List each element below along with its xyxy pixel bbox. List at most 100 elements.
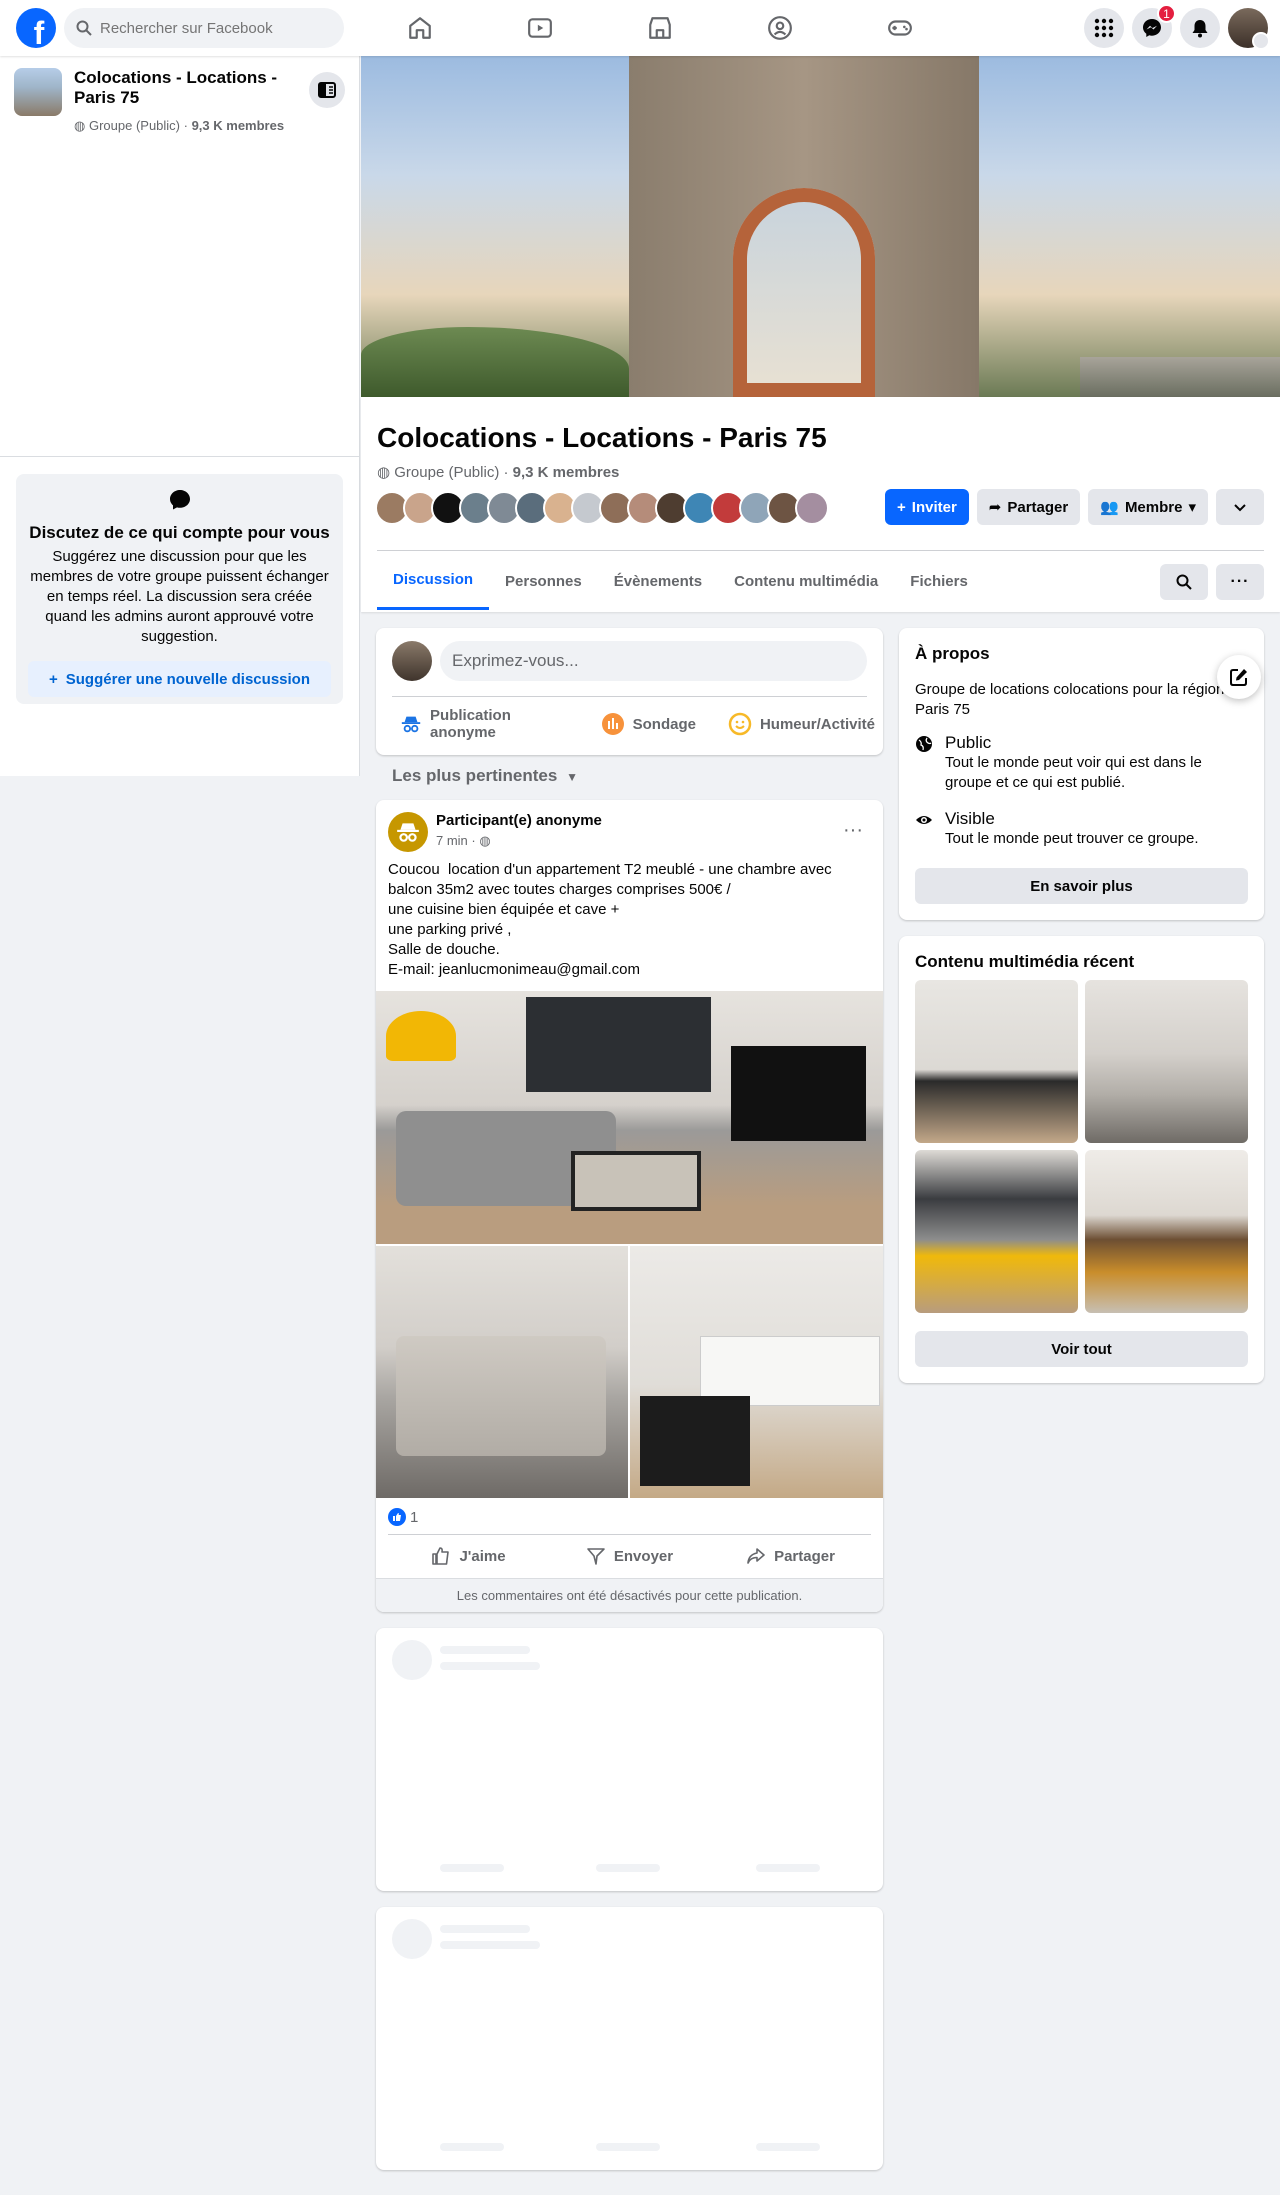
nav-marketplace[interactable] [600,0,720,56]
caret-down-icon: ▼ [566,770,578,784]
smiley-icon [728,712,752,736]
nav-home[interactable] [360,0,480,56]
group-title[interactable]: Colocations - Locations - Paris 75 [377,422,827,454]
group-header: Colocations - Locations - Paris 75 ◍ Gro… [361,397,1280,612]
account-avatar[interactable] [1228,8,1270,50]
like-button[interactable]: J'aime [388,1538,549,1574]
post-photo-kitchen[interactable] [630,1246,883,1498]
suggest-discussion-button[interactable]: + Suggérer une nouvelle discussion [28,661,331,697]
marketplace-icon [649,17,671,39]
group-search-button[interactable] [1160,564,1208,600]
divider [388,1534,871,1535]
poll-icon [601,713,624,735]
media-thumbnail-bedroom[interactable] [1085,980,1248,1143]
recent-media-card: Contenu multimédia récent Voir tout [899,936,1264,1383]
nav-video[interactable] [480,0,600,56]
loading-post-placeholder [376,1628,883,1891]
see-all-button[interactable]: Voir tout [915,1331,1248,1367]
nav-gaming[interactable] [840,0,960,56]
share-arrow-icon: ➦ [988,499,1002,516]
post-body: Coucou location d'un appartement T2 meub… [388,861,832,978]
post-options-button[interactable]: ··· [835,812,871,848]
tab-files[interactable]: Fichiers [894,552,984,610]
media-title: Contenu multimédia récent [915,952,1135,971]
loading-post-placeholder [376,1907,883,2170]
tab-people[interactable]: Personnes [489,552,598,610]
media-thumbnail-bedroom-2[interactable] [1085,1150,1248,1313]
card-text: Suggérez une discussion pour que les mem… [30,548,329,645]
tab-media[interactable]: Contenu multimédia [718,552,894,610]
visible-label: Visible [945,809,995,828]
post-photo-bedroom[interactable] [376,1246,628,1498]
plus-icon: + [897,498,906,516]
post-author[interactable]: Participant(e) anonyme [436,812,602,829]
groups-icon [768,16,792,40]
post-timestamp[interactable]: 7 min · ◍ [436,833,491,849]
post-photo-living-room[interactable] [376,991,883,1244]
about-card: À propos Groupe de locations colocations… [899,628,1264,920]
card-title: Discutez de ce qui compte pour vous [29,523,330,542]
post: Participant(e) anonyme 7 min · ◍ ··· Cou… [376,800,883,1612]
tab-discussion[interactable]: Discussion [377,552,490,610]
sort-dropdown[interactable]: Les plus pertinentes ▼ [392,766,578,786]
comments-disabled-notice: Les commentaires ont été désactivés pour… [376,1578,883,1612]
messenger-button[interactable]: 1 [1132,4,1176,48]
poll-button[interactable]: Sondage [593,706,704,742]
plus-icon: + [49,670,58,688]
more-options-button[interactable]: ··· [1216,564,1264,600]
globe-icon: ◍ [74,118,86,133]
anonymous-post-button[interactable]: Publication anonyme [392,706,577,742]
member-button[interactable]: 👥 Membre ▾ [1088,489,1208,525]
grid-menu-icon [1094,18,1114,38]
post-composer: Exprimez-vous... Publication anonyme Son… [376,628,883,755]
menu-button[interactable] [1084,8,1124,48]
incognito-icon [401,716,421,733]
invite-button[interactable]: + Inviter [885,489,969,525]
group-thumbnail[interactable] [14,68,62,116]
public-label: Public [945,733,992,752]
chevron-down-icon [1234,504,1246,512]
tab-events[interactable]: Évènements [598,552,718,610]
cover-photo[interactable] [361,56,1280,397]
learn-more-button[interactable]: En savoir plus [915,868,1248,904]
left-sidebar: Colocations - Locations - Paris 75 ◍ Gro… [0,56,360,776]
divider [377,550,1264,551]
composer-input[interactable]: Exprimez-vous... [440,641,867,681]
messenger-icon [1143,19,1161,37]
facebook-logo[interactable]: f [16,8,56,48]
new-message-button[interactable] [1217,655,1261,699]
eye-icon [916,816,932,824]
sidebar-group-name[interactable]: Colocations - Locations - Paris 75 [74,68,284,116]
group-tabs: Discussion Personnes Évènements Contenu … [377,552,984,612]
search-icon [1176,574,1192,590]
notifications-button[interactable] [1180,8,1220,48]
reactions-summary[interactable]: 1 [388,1508,418,1526]
send-button[interactable]: Envoyer [549,1538,710,1574]
search-box[interactable] [64,8,344,48]
visible-description: Tout le monde peut trouver ce groupe. [945,830,1199,847]
media-thumbnail-living-room[interactable] [915,1150,1078,1313]
member-avatars[interactable] [375,491,829,525]
member-avatar[interactable] [795,491,829,525]
expand-button[interactable] [1216,489,1264,525]
edit-icon [1230,669,1247,686]
send-icon [587,1548,605,1565]
video-icon [528,18,552,38]
globe-icon: ◍ [479,833,491,848]
top-navigation-bar: f 1 [0,0,1280,56]
chat-suggestion-card: Discutez de ce qui compte pour vous Sugg… [16,474,343,704]
nav-groups[interactable] [720,0,840,56]
search-icon [76,20,92,36]
user-avatar[interactable] [392,641,432,681]
feeling-activity-button[interactable]: Humeur/Activité [720,706,883,742]
search-input[interactable] [100,19,330,37]
about-title: À propos [915,644,990,663]
media-thumbnail-kitchen[interactable] [915,980,1078,1143]
sidebar-toggle-button[interactable] [309,72,345,108]
share-button[interactable]: ➦ Partager [976,489,1081,525]
divider [392,696,867,697]
privacy-public-row: Public Tout le monde peut voir qui est d… [915,733,1235,793]
members-icon: 👥 [1100,499,1119,516]
anonymous-avatar[interactable] [388,812,428,852]
share-post-button[interactable]: Partager [710,1538,871,1574]
